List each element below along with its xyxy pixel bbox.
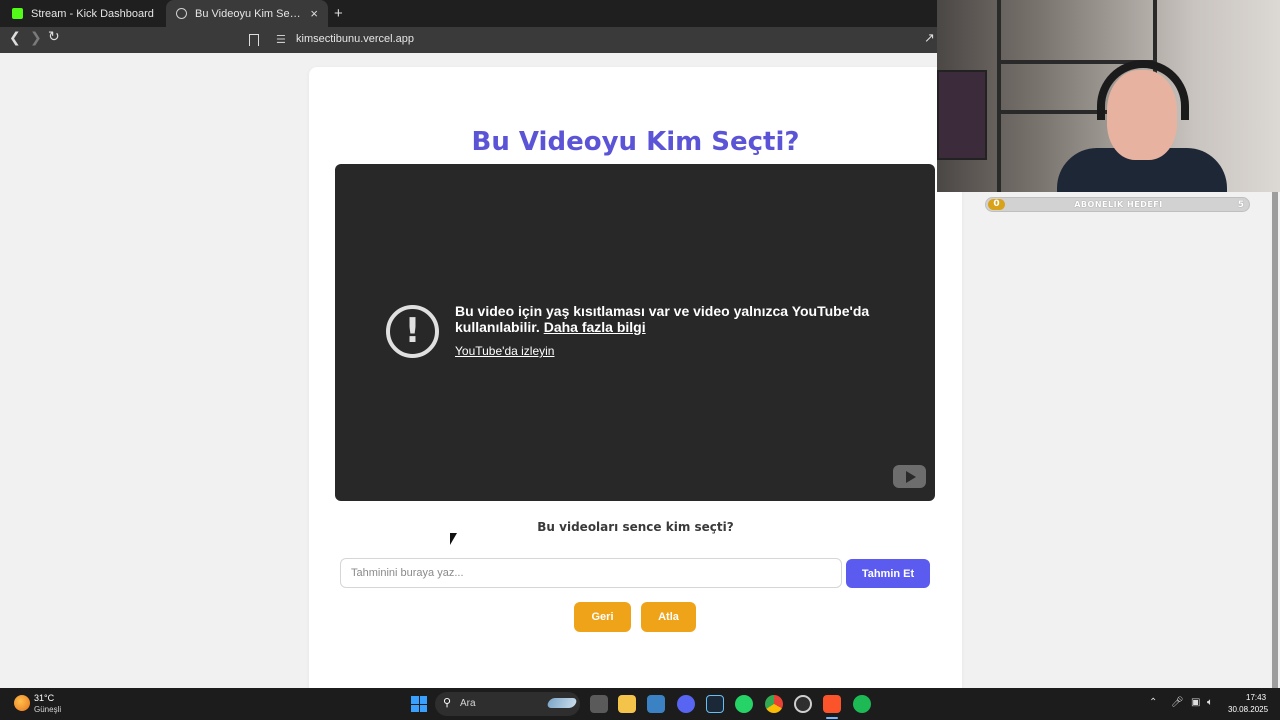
new-tab-button[interactable]: +: [334, 5, 343, 22]
subscription-goal-label: ABONELIK HEDEFI: [1074, 200, 1163, 209]
back-arrow-icon[interactable]: ❮: [9, 30, 21, 46]
more-info-link[interactable]: Daha fazla bilgi: [544, 319, 646, 335]
subscription-goal-bar: 0 ABONELIK HEDEFI 5: [985, 197, 1250, 212]
video-player[interactable]: ! Bu video için yaş kısıtlaması var ve v…: [335, 164, 935, 501]
microphone-icon[interactable]: 🎤︎: [1171, 697, 1184, 708]
webcam-overlay: [937, 0, 1280, 192]
obs-icon[interactable]: [794, 695, 812, 713]
volume-icon[interactable]: 🔈︎: [1207, 697, 1213, 708]
brave-browser-icon[interactable]: [823, 695, 841, 713]
clock-date[interactable]: 30.08.2025: [1228, 705, 1268, 714]
mouse-cursor-icon: [450, 533, 457, 545]
address-bar[interactable]: kimsectibunu.vercel.app: [296, 33, 414, 45]
windows-taskbar: 31°C Güneşli ⚲ Ara ⌃ 🎤︎ ▣ 🔈︎ 17:43 30.08…: [0, 688, 1280, 720]
tab-title: Stream - Kick Dashboard: [31, 7, 154, 20]
guess-button[interactable]: Tahmin Et: [846, 559, 930, 588]
weather-temperature[interactable]: 31°C: [34, 693, 54, 703]
chevron-up-icon[interactable]: ⌃: [1149, 697, 1157, 708]
microsoft-store-icon[interactable]: [647, 695, 665, 713]
spotify-icon[interactable]: [853, 695, 871, 713]
network-icon[interactable]: ▣: [1191, 697, 1200, 708]
whatsapp-icon[interactable]: [735, 695, 753, 713]
steam-icon[interactable]: [706, 695, 724, 713]
discord-icon[interactable]: [677, 695, 695, 713]
tab-title: Bu Videoyu Kim Seçti? - TEST: [195, 7, 305, 20]
webcam-pc-case: [937, 70, 987, 160]
guess-input[interactable]: [340, 558, 842, 588]
weather-description[interactable]: Güneşli: [34, 705, 61, 714]
question-text: Bu videoları sence kim seçti?: [537, 520, 734, 534]
bookmark-icon[interactable]: [249, 34, 259, 46]
age-restriction-message: Bu video için yaş kısıtlaması var ve vid…: [455, 303, 895, 335]
active-app-indicator: [826, 717, 838, 719]
search-placeholder[interactable]: Ara: [460, 698, 476, 709]
share-icon[interactable]: ↗: [924, 31, 935, 46]
globe-icon: [176, 8, 187, 19]
clock-time[interactable]: 17:43: [1246, 693, 1266, 702]
sun-weather-icon[interactable]: [14, 695, 30, 711]
page-title: Bu Videoyu Kim Seçti?: [471, 127, 800, 157]
back-button[interactable]: Geri: [574, 602, 631, 632]
windows-start-icon[interactable]: [411, 696, 427, 712]
tab-bu-videoyu-kim-secti[interactable]: Bu Videoyu Kim Seçti? - TEST ×: [166, 0, 328, 27]
task-view-icon[interactable]: [590, 695, 608, 713]
exclamation-icon: !: [386, 305, 439, 358]
site-settings-icon[interactable]: ☰: [276, 33, 286, 46]
kick-logo-icon: [12, 8, 23, 19]
warning-text: Bu video için yaş kısıtlaması var ve vid…: [455, 303, 870, 335]
close-tab-icon[interactable]: ×: [310, 6, 318, 21]
game-card: Bu Videoyu Kim Seçti? ! Bu video için ya…: [309, 67, 962, 707]
tab-kick-dashboard[interactable]: Stream - Kick Dashboard: [2, 0, 164, 27]
youtube-logo-icon[interactable]: [893, 465, 926, 488]
chrome-icon[interactable]: [765, 695, 783, 713]
search-icon: ⚲: [443, 696, 452, 709]
forward-arrow-icon[interactable]: ❯: [30, 30, 42, 46]
search-highlight-image: [546, 698, 578, 708]
subscription-target: 5: [1237, 200, 1244, 210]
watch-on-youtube-link[interactable]: YouTube'da izleyin: [455, 344, 554, 358]
skip-button[interactable]: Atla: [641, 602, 696, 632]
reload-icon[interactable]: ↻: [48, 29, 60, 45]
file-explorer-icon[interactable]: [618, 695, 636, 713]
